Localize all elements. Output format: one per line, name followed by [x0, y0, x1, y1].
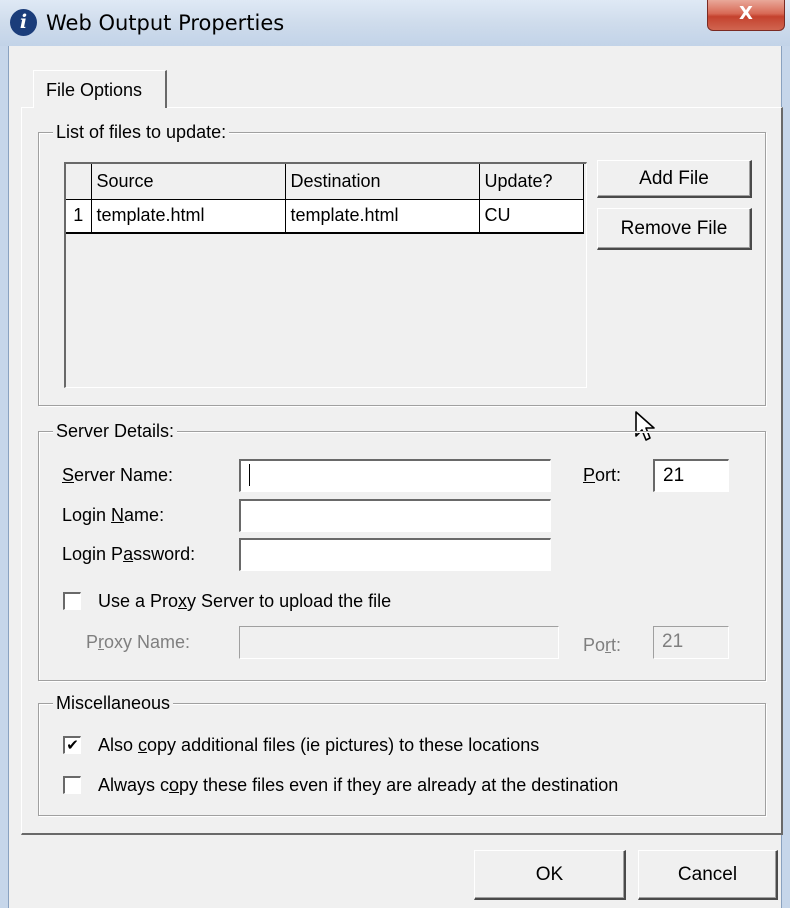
copy-additional-label[interactable]: Also copy additional files (ie pictures)…	[98, 734, 539, 756]
ok-button[interactable]: OK	[474, 850, 626, 900]
server-name-label: Server Name:	[62, 465, 174, 485]
column-header-update[interactable]: Update?	[479, 164, 584, 200]
use-proxy-checkbox[interactable]	[63, 592, 81, 610]
proxy-port-label: Port:	[583, 635, 622, 655]
login-password-input[interactable]	[239, 538, 551, 571]
proxy-port-input: 21	[653, 626, 729, 659]
server-details-group-label: Server Details:	[53, 420, 178, 442]
table-row[interactable]: 1 template.html template.html CU	[66, 199, 584, 234]
login-name-label: Login Name:	[62, 505, 165, 525]
use-proxy-label[interactable]: Use a Proxy Server to upload the file	[98, 590, 391, 612]
miscellaneous-group-label: Miscellaneous	[53, 692, 174, 714]
grid-corner	[66, 164, 92, 200]
tab-file-options[interactable]: File Options	[33, 70, 167, 108]
login-password-label: Login Password:	[62, 544, 196, 564]
files-grid[interactable]: Source Destination Update? 1 template.ht…	[64, 162, 587, 388]
miscellaneous-group: Miscellaneous	[38, 692, 766, 816]
cell-update[interactable]: CU	[479, 199, 584, 234]
remove-file-button[interactable]: Remove File	[597, 208, 752, 250]
files-group-label: List of files to update:	[53, 121, 230, 143]
cancel-button[interactable]: Cancel	[638, 850, 778, 900]
copy-additional-checkbox[interactable]: ✔	[63, 736, 81, 754]
port-input[interactable]: 21	[653, 459, 729, 492]
proxy-name-label: Proxy Name:	[86, 632, 191, 652]
add-file-button[interactable]: Add File	[597, 160, 752, 198]
cell-source[interactable]: template.html	[91, 199, 286, 234]
column-header-source[interactable]: Source	[91, 164, 286, 200]
close-button[interactable]: X	[707, 0, 785, 31]
grid-header-row: Source Destination Update?	[66, 164, 584, 200]
column-header-destination[interactable]: Destination	[285, 164, 480, 200]
port-label: Port:	[583, 465, 622, 485]
text-caret	[249, 464, 250, 486]
server-name-input[interactable]	[239, 459, 551, 492]
window-frame-right	[782, 46, 790, 908]
always-copy-checkbox[interactable]	[63, 776, 81, 794]
login-name-input[interactable]	[239, 499, 551, 532]
cell-destination[interactable]: template.html	[285, 199, 480, 234]
proxy-name-input	[239, 626, 559, 659]
info-icon: i	[10, 9, 37, 36]
window-frame-left	[0, 46, 8, 908]
always-copy-label[interactable]: Always copy these files even if they are…	[98, 774, 618, 796]
title-bar[interactable]: i Web Output Properties X	[0, 0, 790, 46]
row-number[interactable]: 1	[66, 199, 92, 234]
window-title: Web Output Properties	[46, 11, 285, 35]
